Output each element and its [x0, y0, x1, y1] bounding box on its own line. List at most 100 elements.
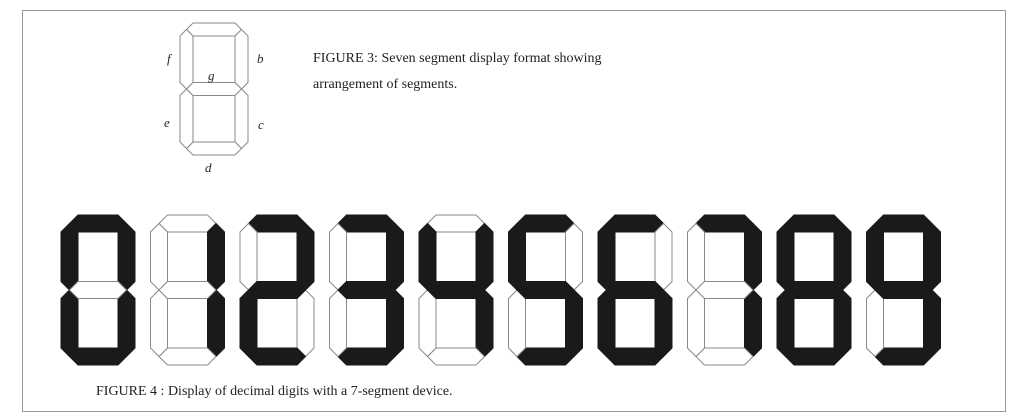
digit-7-segment-d — [695, 347, 754, 366]
outline-segment-e — [179, 88, 194, 150]
digit-3-segment-f — [329, 222, 347, 291]
digit-6-segment-d — [605, 347, 665, 366]
outline-digit — [179, 22, 249, 156]
outline-segment-g — [185, 82, 243, 96]
digit-2 — [239, 214, 315, 366]
digit-5-segment-d — [516, 347, 575, 366]
label-e: e — [164, 115, 170, 130]
digit-2-segment-b — [296, 222, 315, 291]
digit-0-segment-g — [68, 281, 128, 299]
digit-2-segment-d — [247, 347, 307, 366]
digit-0-segment-d — [68, 347, 128, 366]
digit-4-segment-a — [426, 214, 486, 233]
digit-1-segment-b — [207, 222, 225, 291]
digit-7-segment-g — [695, 281, 754, 299]
outline-segment-c — [234, 88, 249, 150]
digit-6-segment-g — [605, 281, 665, 299]
digit-6 — [597, 214, 673, 366]
digit-2-segment-e — [239, 289, 258, 358]
digit-7-segment-f — [687, 222, 705, 291]
digit-5-segment-g — [516, 281, 575, 299]
decimal-digits-display — [60, 214, 941, 366]
digit-2-segment-f — [239, 222, 258, 291]
digit-1-segment-f — [150, 222, 168, 291]
digit-6-segment-e — [597, 289, 616, 358]
digit-3-segment-e — [329, 289, 347, 358]
digit-0-segment-b — [117, 222, 136, 291]
digit-4 — [418, 214, 494, 366]
figure3-caption: FIGURE 3: Seven segment display format s… — [313, 46, 733, 98]
digit-0 — [60, 214, 136, 366]
label-d: d — [205, 160, 212, 175]
digit-4-segment-e — [418, 289, 437, 358]
digit-6-segment-b — [654, 222, 673, 291]
digit-6-segment-c — [654, 289, 673, 358]
digit-0-segment-c — [117, 289, 136, 358]
digit-9-segment-b — [923, 222, 941, 291]
digit-8-segment-e — [776, 289, 795, 358]
outline-segment-b — [234, 28, 249, 90]
digit-6-segment-f — [597, 222, 616, 291]
digit-3-segment-a — [337, 214, 396, 233]
digit-5 — [508, 214, 583, 366]
digit-1-segment-c — [207, 289, 225, 358]
digit-8-segment-a — [784, 214, 844, 233]
label-b: b — [257, 51, 264, 66]
digit-9-segment-a — [874, 214, 933, 233]
outline-segment-f — [179, 28, 194, 90]
digit-1-segment-d — [158, 347, 217, 366]
figure4-caption: FIGURE 4 : Display of decimal digits wit… — [96, 384, 453, 399]
digit-3-segment-g — [337, 281, 396, 299]
digit-3 — [329, 214, 404, 366]
digit-9 — [866, 214, 941, 366]
digit-5-segment-c — [565, 289, 583, 358]
digit-1-segment-g — [158, 281, 217, 299]
digit-9-segment-e — [866, 289, 884, 358]
digit-3-segment-d — [337, 347, 396, 366]
digit-7 — [687, 214, 762, 366]
digit-6-segment-a — [605, 214, 665, 233]
digit-5-segment-b — [565, 222, 583, 291]
digit-4-segment-b — [475, 222, 494, 291]
digit-5-segment-a — [516, 214, 575, 233]
digit-9-segment-g — [874, 281, 933, 299]
figure3-caption-line2: arrangement of segments. — [313, 77, 458, 92]
digit-8-segment-d — [784, 347, 844, 366]
digit-2-segment-g — [247, 281, 307, 299]
digit-0-segment-a — [68, 214, 128, 233]
figure3-caption-line1: FIGURE 3: Seven segment display format s… — [313, 51, 602, 66]
digit-5-segment-e — [508, 289, 526, 358]
digit-7-segment-b — [744, 222, 762, 291]
digit-2-segment-a — [247, 214, 307, 233]
digit-1-segment-a — [158, 214, 217, 233]
digit-9-segment-c — [923, 289, 941, 358]
digit-9-segment-f — [866, 222, 884, 291]
digit-4-segment-d — [426, 347, 486, 366]
digit-8 — [776, 214, 852, 366]
digit-7-segment-e — [687, 289, 705, 358]
digit-8-segment-c — [833, 289, 852, 358]
digit-3-segment-c — [386, 289, 404, 358]
digit-0-segment-f — [60, 222, 79, 291]
digit-3-segment-b — [386, 222, 404, 291]
digit-1-segment-e — [150, 289, 168, 358]
label-c: c — [258, 117, 264, 132]
digit-4-segment-f — [418, 222, 437, 291]
digit-9-segment-d — [874, 347, 933, 366]
digit-8-segment-b — [833, 222, 852, 291]
label-f: f — [167, 51, 173, 66]
digit-2-segment-c — [296, 289, 315, 358]
label-g: g — [208, 68, 215, 83]
digit-5-segment-f — [508, 222, 526, 291]
digit-8-segment-g — [784, 281, 844, 299]
digit-7-segment-a — [695, 214, 754, 233]
digit-4-segment-c — [475, 289, 494, 358]
segment-diagram: f b g e c d — [164, 22, 264, 175]
outline-segment-d — [185, 141, 243, 156]
digit-8-segment-f — [776, 222, 795, 291]
outline-segment-a — [185, 22, 243, 37]
digit-1 — [150, 214, 225, 366]
digit-0-segment-e — [60, 289, 79, 358]
digit-4-segment-g — [426, 281, 486, 299]
digit-7-segment-c — [744, 289, 762, 358]
